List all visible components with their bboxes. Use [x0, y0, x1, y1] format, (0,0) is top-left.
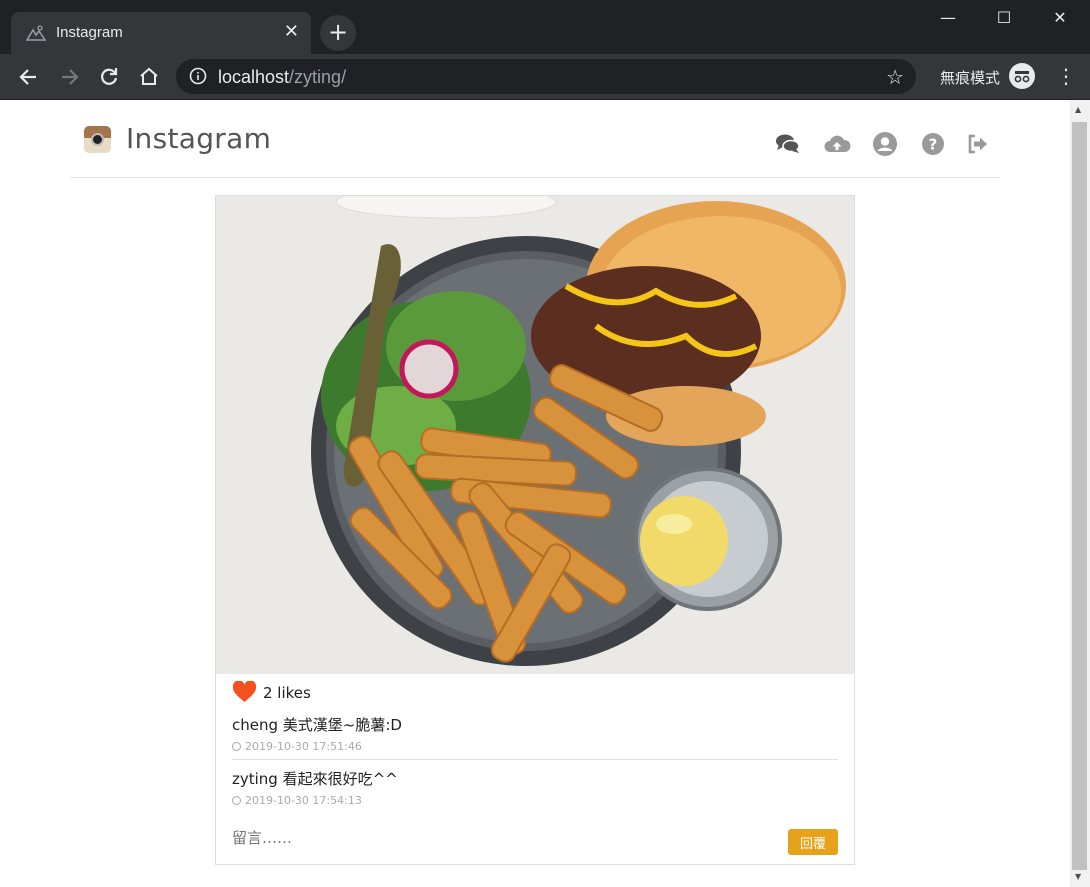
comment-time: 2019-10-30 17:51:46 — [245, 740, 362, 753]
heart-icon[interactable] — [232, 680, 257, 707]
instagram-logo-icon[interactable] — [84, 126, 111, 153]
user-circle-icon[interactable] — [872, 131, 898, 157]
site-info-icon[interactable] — [189, 67, 207, 89]
sign-out-icon[interactable] — [965, 131, 991, 157]
url-path: /zyting/ — [289, 67, 347, 87]
incognito-icon[interactable] — [1009, 63, 1035, 89]
clock-icon — [232, 796, 241, 805]
url-text: localhost/zyting/ — [218, 67, 346, 88]
clock-icon — [232, 742, 241, 751]
comment-timestamp: 2019-10-30 17:54:13 — [232, 794, 362, 807]
forward-arrow-icon[interactable] — [56, 64, 82, 90]
comments-icon[interactable] — [775, 131, 801, 157]
likes-count: 2 likes — [263, 684, 311, 702]
incognito-label: 無痕模式 — [940, 69, 1001, 87]
post-photo[interactable] — [216, 196, 854, 674]
comment-divider — [232, 759, 838, 760]
question-circle-icon[interactable]: ? — [920, 131, 946, 157]
mountains-icon — [25, 25, 47, 45]
home-icon[interactable] — [136, 64, 162, 90]
minimize-icon[interactable]: — — [928, 8, 968, 27]
comment-timestamp: 2019-10-30 17:51:46 — [232, 740, 362, 753]
site-header: Instagram ? — [70, 100, 1000, 178]
comment-text: cheng 美式漢堡~脆薯:D — [232, 716, 402, 734]
page-content: Instagram ? 2 likes cheng 美式漢堡~脆薯:D 2019… — [0, 100, 1070, 887]
browser-toolbar: localhost/zyting/ ☆ 無痕模式 ⋮ — [0, 54, 1090, 100]
cloud-upload-icon[interactable] — [823, 131, 851, 157]
comment-item: cheng 美式漢堡~脆薯:D 2019-10-30 17:51:46 — [232, 714, 838, 753]
scroll-down-arrow-icon[interactable]: ▼ — [1075, 872, 1081, 881]
scroll-up-arrow-icon[interactable]: ▲ — [1075, 105, 1081, 114]
browser-tab[interactable]: Instagram ✕ — [11, 12, 311, 54]
post-card: 2 likes cheng 美式漢堡~脆薯:D 2019-10-30 17:51… — [215, 195, 855, 865]
reply-button[interactable]: 回覆 — [788, 829, 838, 855]
maximize-icon[interactable]: ☐ — [984, 8, 1024, 27]
close-window-icon[interactable]: ✕ — [1040, 8, 1080, 27]
comment-item: zyting 看起來很好吃^^ 2019-10-30 17:54:13 — [232, 768, 838, 807]
comment-input[interactable] — [232, 829, 752, 847]
comment-text: zyting 看起來很好吃^^ — [232, 770, 398, 788]
comment-time: 2019-10-30 17:54:13 — [245, 794, 362, 807]
back-arrow-icon[interactable] — [16, 64, 42, 90]
svg-text:?: ? — [929, 136, 938, 154]
browser-menu-icon[interactable]: ⋮ — [1056, 64, 1076, 88]
browser-tab-strip: Instagram ✕ + — ☐ ✕ — [0, 0, 1090, 54]
brand-name[interactable]: Instagram — [126, 122, 271, 155]
new-tab-button[interactable]: + — [320, 15, 356, 51]
address-bar[interactable]: localhost/zyting/ ☆ — [176, 59, 916, 94]
reload-icon[interactable] — [96, 64, 122, 90]
tab-title: Instagram — [56, 24, 123, 41]
bookmark-star-icon[interactable]: ☆ — [886, 65, 904, 89]
close-tab-icon[interactable]: ✕ — [284, 21, 299, 42]
url-host: localhost — [218, 67, 290, 87]
scrollbar-thumb[interactable] — [1072, 122, 1087, 870]
